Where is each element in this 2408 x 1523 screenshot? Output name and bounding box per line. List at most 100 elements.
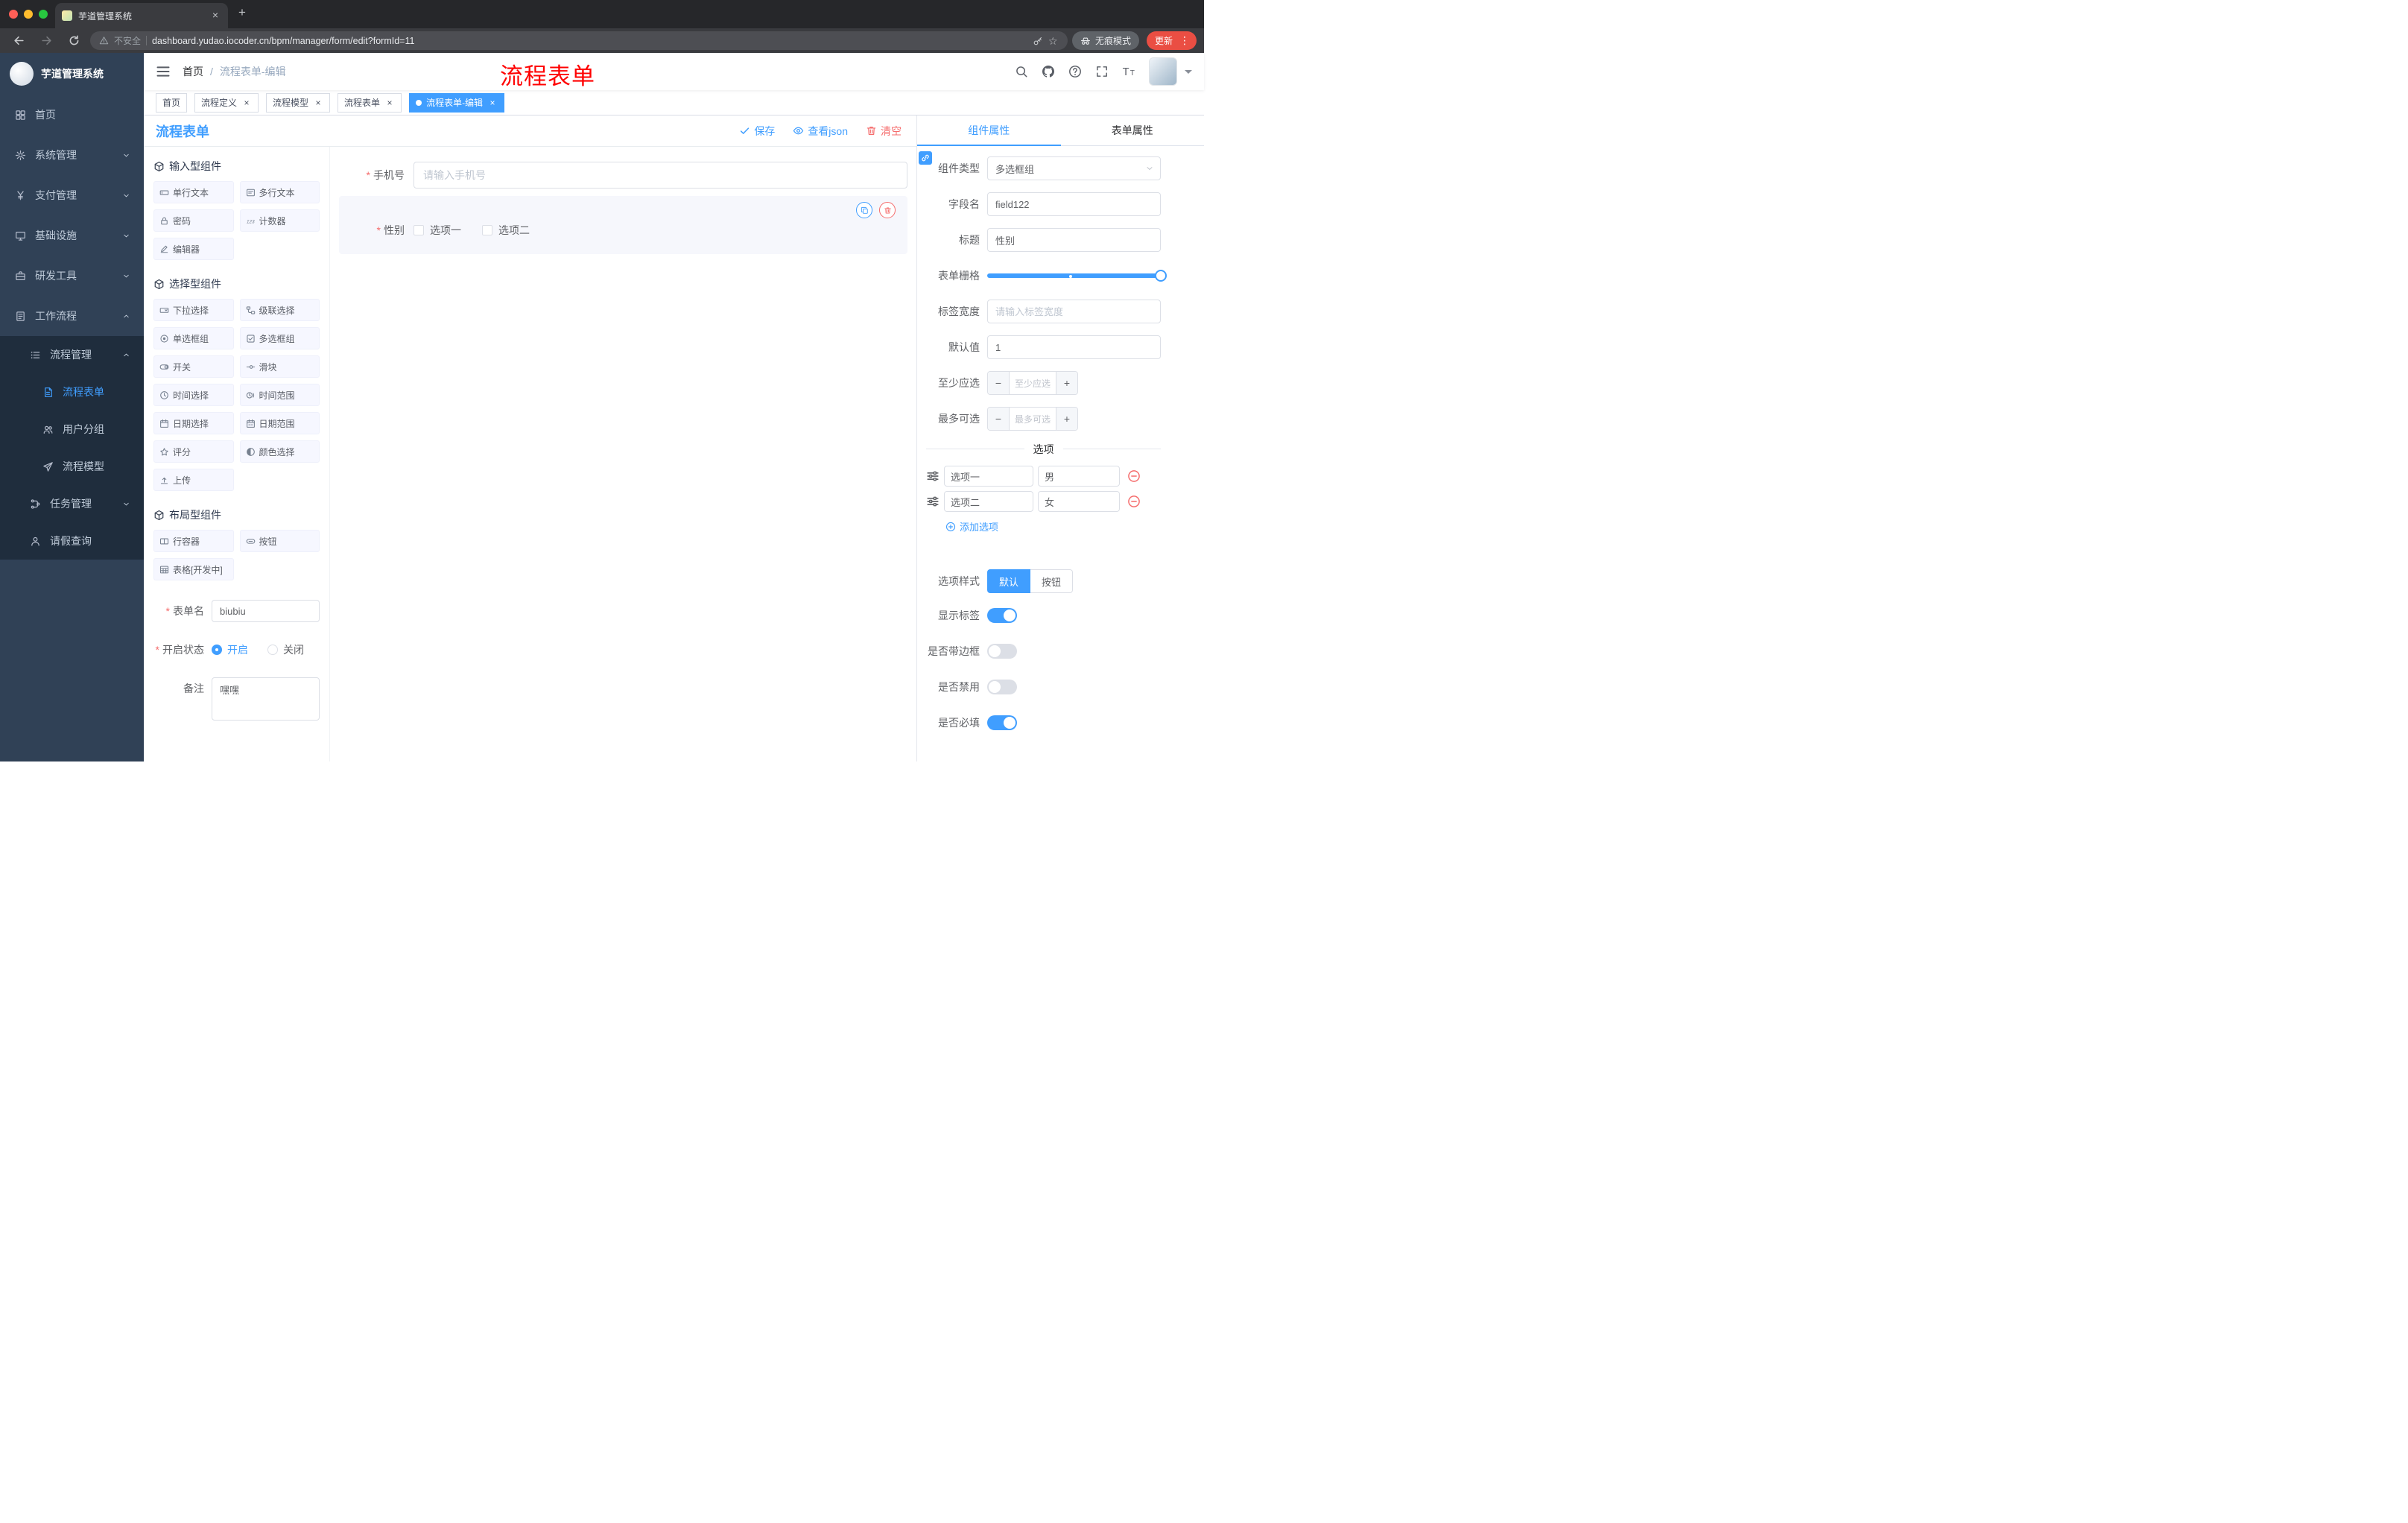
palette-item[interactable]: 日期选择	[153, 412, 234, 434]
tag-process-form-edit[interactable]: 流程表单-编辑 ×	[409, 92, 505, 113]
sidebar-item-process-model[interactable]: 流程模型	[0, 448, 144, 485]
switch-with-border[interactable]	[987, 644, 1017, 659]
sidebar-item-workflow[interactable]: 工作流程	[0, 296, 144, 336]
hamburger-icon[interactable]	[156, 64, 171, 79]
link-anchor-icon[interactable]	[919, 151, 932, 165]
gender-option-checkbox[interactable]: 选项一	[414, 223, 461, 238]
search-icon[interactable]	[1015, 65, 1028, 78]
palette-item[interactable]: 多选框组	[239, 327, 320, 349]
tab-component-props[interactable]: 组件属性	[917, 115, 1061, 146]
tab-form-props[interactable]: 表单属性	[1061, 115, 1205, 145]
palette-item[interactable]: 按钮	[239, 530, 320, 552]
palette-item[interactable]: 滑块	[239, 355, 320, 378]
sidebar-item-task-management[interactable]: 任务管理	[0, 485, 144, 522]
palette-item[interactable]: 表格[开发中]	[153, 558, 234, 580]
gender-field-block[interactable]: 性别 选项一 选项二	[339, 196, 907, 254]
option-value-input[interactable]	[944, 491, 1033, 512]
minimize-window-button[interactable]	[24, 10, 33, 19]
option-value-input[interactable]	[944, 466, 1033, 487]
sidebar-item-leave-query[interactable]: 请假查询	[0, 522, 144, 560]
status-on-radio[interactable]: 开启	[212, 642, 248, 657]
palette-item[interactable]: 上传	[153, 469, 234, 491]
tag-process-model[interactable]: 流程模型 ×	[266, 92, 331, 113]
tag-close-icon[interactable]: ×	[241, 98, 252, 108]
new-tab-button[interactable]: +	[228, 1, 256, 28]
address-bar[interactable]: 不安全 dashboard.yudao.iocoder.cn/bpm/manag…	[90, 31, 1068, 50]
switch-disabled[interactable]	[987, 680, 1017, 694]
sidebar-item-process-management[interactable]: 流程管理	[0, 336, 144, 373]
remove-option-button[interactable]	[1127, 469, 1141, 483]
sidebar-item-system-management[interactable]: 系统管理	[0, 135, 144, 175]
title-input[interactable]	[987, 228, 1161, 252]
max-select-stepper[interactable]: − 最多可选 +	[987, 407, 1078, 431]
switch-required[interactable]	[987, 715, 1017, 730]
drag-handle-icon[interactable]	[926, 495, 940, 508]
tag-close-icon[interactable]: ×	[487, 98, 498, 108]
tag-process-definition[interactable]: 流程定义 ×	[194, 92, 259, 113]
palette-item[interactable]: 颜色选择	[239, 440, 320, 463]
add-option-button[interactable]: 添加选项	[945, 519, 1161, 533]
remark-textarea[interactable]: 嘿嘿	[212, 677, 320, 721]
remove-option-button[interactable]	[1127, 495, 1141, 508]
switch-show-label[interactable]	[987, 608, 1017, 623]
copy-component-button[interactable]	[856, 202, 872, 218]
field-name-input[interactable]	[987, 192, 1161, 216]
sidebar-logo[interactable]: 芋道管理系统	[0, 53, 144, 95]
drag-handle-icon[interactable]	[926, 469, 940, 483]
view-json-button[interactable]: 查看json	[793, 124, 848, 139]
palette-item[interactable]: 行容器	[153, 530, 234, 552]
delete-component-button[interactable]	[879, 202, 896, 218]
reload-button[interactable]	[68, 34, 80, 47]
decrease-button[interactable]: −	[988, 408, 1010, 430]
github-icon[interactable]	[1042, 65, 1055, 78]
password-manager-icon[interactable]	[1033, 36, 1043, 46]
help-icon[interactable]	[1068, 65, 1082, 78]
palette-item[interactable]: 日期范围	[239, 412, 320, 434]
palette-item[interactable]: 时间范围	[239, 384, 320, 406]
palette-item[interactable]: 下拉选择	[153, 299, 234, 321]
tag-close-icon[interactable]: ×	[384, 98, 395, 108]
breadcrumb-item[interactable]: 首页	[183, 64, 203, 79]
min-select-stepper[interactable]: − 至少应选 +	[987, 371, 1078, 395]
form-name-input[interactable]	[212, 600, 320, 622]
increase-button[interactable]: +	[1056, 372, 1077, 394]
palette-item[interactable]: 时间选择	[153, 384, 234, 406]
palette-item[interactable]: 123 计数器	[239, 209, 320, 232]
browser-menu-icon[interactable]: ⋮	[1176, 34, 1193, 47]
gender-option-checkbox[interactable]: 选项二	[482, 223, 530, 238]
tab-close-icon[interactable]: ×	[209, 10, 221, 22]
grid-slider[interactable]	[987, 264, 1167, 288]
default-value-input[interactable]	[987, 335, 1161, 359]
font-size-icon[interactable]: TT	[1122, 65, 1135, 78]
tag-close-icon[interactable]: ×	[313, 98, 323, 108]
sidebar-item-process-form[interactable]: 流程表单	[0, 373, 144, 411]
label-width-input[interactable]	[987, 300, 1161, 323]
palette-item[interactable]: 多行文本	[239, 181, 320, 203]
sidebar-item-home[interactable]: 首页	[0, 95, 144, 135]
style-option-button[interactable]: 按钮	[1030, 569, 1074, 593]
clear-button[interactable]: 清空	[866, 124, 902, 139]
update-button[interactable]: 更新 ⋮	[1146, 31, 1197, 50]
increase-button[interactable]: +	[1056, 408, 1077, 430]
zoom-window-button[interactable]	[39, 10, 48, 19]
option-label-input[interactable]	[1038, 466, 1120, 487]
phone-input[interactable]	[414, 162, 907, 189]
forward-button[interactable]	[40, 34, 53, 47]
user-avatar[interactable]	[1149, 57, 1177, 86]
close-window-button[interactable]	[9, 10, 18, 19]
fullscreen-icon[interactable]	[1095, 65, 1109, 78]
sidebar-item-dev-tools[interactable]: 研发工具	[0, 256, 144, 296]
caret-down-icon[interactable]	[1185, 70, 1192, 77]
sidebar-item-payment-management[interactable]: 支付管理	[0, 175, 144, 215]
browser-tab[interactable]: 芋道管理系统 ×	[55, 3, 228, 28]
component-type-select[interactable]: 多选框组	[987, 156, 1161, 180]
slider-handle[interactable]	[1155, 270, 1167, 282]
palette-item[interactable]: 评分	[153, 440, 234, 463]
bookmark-star-icon[interactable]: ☆	[1048, 36, 1059, 46]
sidebar-item-user-group[interactable]: 用户分组	[0, 411, 144, 448]
palette-item[interactable]: 开关	[153, 355, 234, 378]
option-label-input[interactable]	[1038, 491, 1120, 512]
style-option-button[interactable]: 默认	[987, 569, 1031, 593]
checkbox-box[interactable]	[414, 225, 424, 235]
tag-process-form[interactable]: 流程表单 ×	[338, 92, 402, 113]
